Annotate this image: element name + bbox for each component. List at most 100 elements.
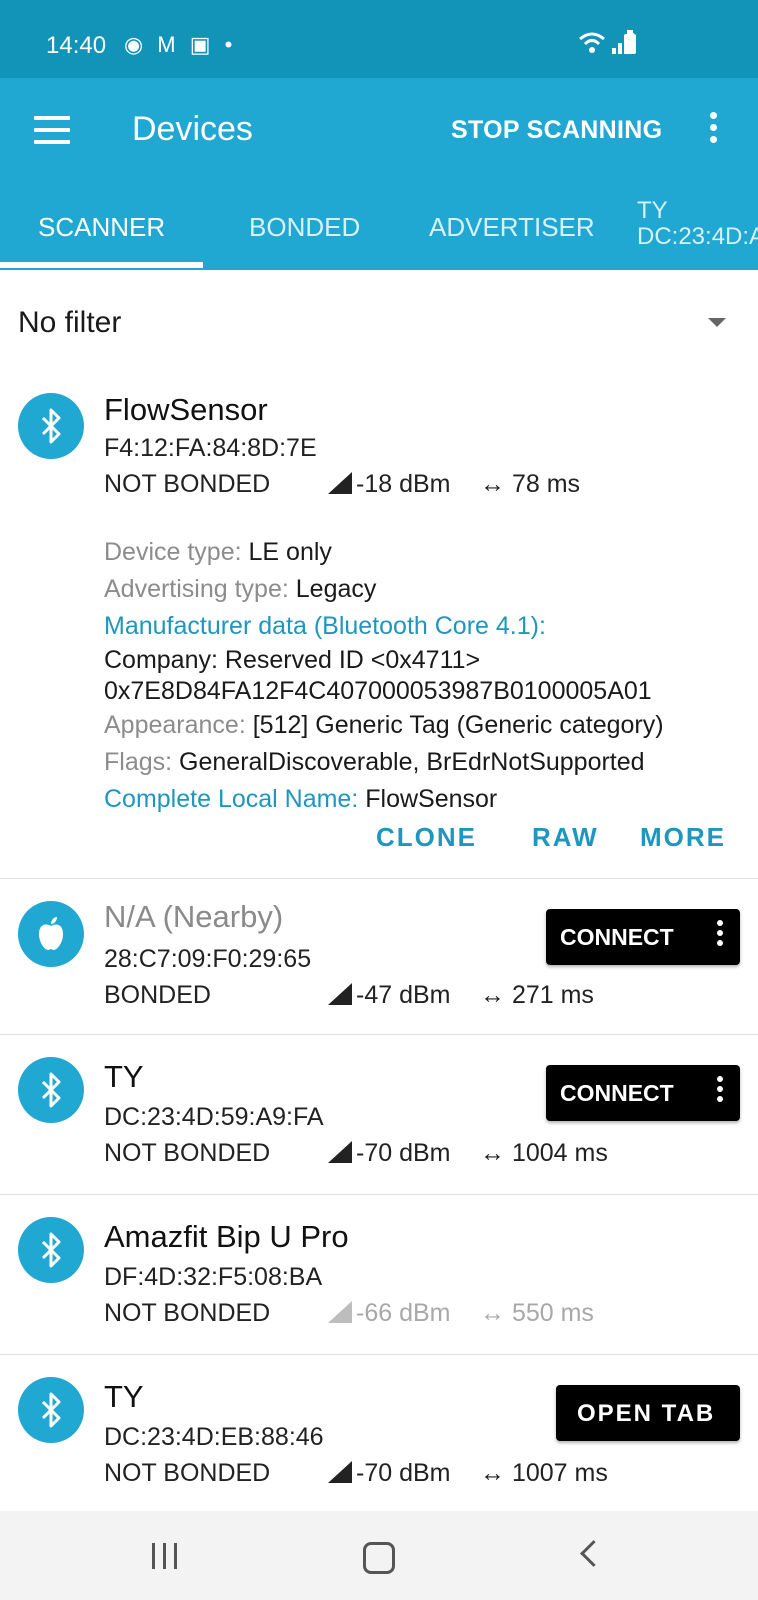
dropdown-arrow-icon — [708, 318, 726, 327]
rssi-text: -18 dBm — [356, 470, 451, 498]
adv-interval: ↔ 1007 ms — [480, 1459, 608, 1488]
device-type-value: LE only — [248, 538, 332, 566]
connect-options-icon[interactable] — [716, 920, 724, 950]
back-icon[interactable] — [580, 1540, 607, 1567]
status-time: 14:40 — [46, 32, 107, 59]
rssi-text: -66 dBm — [356, 1299, 451, 1327]
overflow-menu-icon[interactable] — [708, 112, 718, 152]
rssi-value: -18 dBm — [328, 470, 450, 499]
bluetooth-icon — [41, 1392, 61, 1428]
device-name: FlowSensor — [104, 392, 268, 427]
connect-button[interactable]: CONNECT — [546, 909, 740, 965]
rssi-text: -47 dBm — [356, 981, 451, 1009]
signal-strength-icon — [328, 1141, 352, 1163]
device-item-ty-2[interactable]: TY DC:23:4D:EB:88:46 NOT BONDED -70 dBm … — [0, 1355, 758, 1511]
filter-dropdown[interactable]: No filter — [0, 270, 758, 375]
bluetooth-icon — [41, 1072, 61, 1108]
adv-interval: ↔ 1004 ms — [480, 1139, 608, 1168]
tab-scanner[interactable]: SCANNER — [38, 212, 165, 243]
device-name: TY — [104, 1379, 144, 1414]
interval-arrows-icon: ↔ — [480, 981, 505, 1009]
notification-icons: ◉ M ▣ • — [124, 32, 237, 57]
device-item-ty[interactable]: TY DC:23:4D:59:A9:FA NOT BONDED -70 dBm … — [0, 1035, 758, 1195]
tab-device-ty[interactable]: TY DC:23:4D:A — [637, 198, 758, 250]
tab-bar: SCANNER BONDED ADVERTISER TY DC:23:4D:A — [0, 184, 758, 270]
connect-options-icon[interactable] — [716, 1076, 724, 1106]
tab-device-name: TY — [637, 197, 668, 224]
adv-type-value: Legacy — [295, 575, 377, 603]
local-name-label: Complete Local Name: — [104, 785, 359, 813]
device-mac: DF:4D:32:F5:08:BA — [104, 1263, 323, 1291]
appearance-label: Appearance: — [104, 711, 246, 739]
more-button[interactable]: MORE — [640, 822, 726, 853]
system-nav-bar — [0, 1511, 758, 1600]
bond-state: NOT BONDED — [104, 1299, 271, 1327]
signal-strength-icon — [328, 983, 352, 1005]
interval-text: 1004 ms — [511, 1139, 608, 1167]
device-mac: 28:C7:09:F0:29:65 — [104, 945, 312, 973]
device-avatar — [18, 901, 84, 967]
signal-strength-icon — [328, 472, 352, 494]
device-name: TY — [104, 1059, 144, 1094]
bond-state: BONDED — [104, 981, 211, 1009]
interval-arrows-icon: ↔ — [480, 1299, 505, 1327]
device-type-label: Device type: — [104, 538, 242, 566]
bond-state: NOT BONDED — [104, 470, 271, 498]
connect-button[interactable]: CONNECT — [546, 1065, 740, 1121]
interval-text: 550 ms — [511, 1299, 594, 1327]
device-name: Amazfit Bip U Pro — [104, 1219, 349, 1254]
status-bar: 14:40 ◉ M ▣ • — [0, 0, 758, 78]
recent-apps-icon[interactable] — [152, 1543, 180, 1569]
flags-value: GeneralDiscoverable, BrEdrNotSupported — [179, 748, 645, 776]
interval-arrows-icon: ↔ — [480, 470, 505, 498]
manufacturer-company: Company: Reserved ID <0x4711> — [104, 646, 481, 674]
adv-type-label: Advertising type: — [104, 575, 289, 603]
signal-strength-icon — [328, 1301, 352, 1323]
rssi-value: -70 dBm — [328, 1139, 450, 1168]
device-list: FlowSensor F4:12:FA:84:8D:7E NOT BONDED … — [0, 374, 758, 1511]
device-mac: DC:23:4D:59:A9:FA — [104, 1103, 324, 1131]
bluetooth-icon — [41, 408, 61, 444]
page-title: Devices — [132, 110, 253, 148]
device-avatar — [18, 1057, 84, 1123]
bluetooth-icon — [41, 1232, 61, 1268]
advertisement-details: Device type: LE only Advertising type: L… — [104, 534, 744, 818]
hamburger-menu-icon[interactable] — [34, 116, 70, 144]
manufacturer-hex: 0x7E8D84FA12F4C407000053987B0100005A01 — [104, 677, 652, 705]
interval-text: 1007 ms — [511, 1459, 608, 1487]
home-icon[interactable] — [363, 1542, 395, 1574]
connect-label: CONNECT — [560, 924, 674, 950]
local-name-value: FlowSensor — [365, 785, 498, 813]
connect-label: CONNECT — [560, 1080, 674, 1106]
flags-label: Flags: — [104, 748, 173, 776]
app-toolbar: Devices STOP SCANNING — [0, 78, 758, 184]
rssi-text: -70 dBm — [356, 1139, 451, 1167]
open-tab-button[interactable]: OPEN TAB — [556, 1385, 740, 1441]
stop-scanning-button[interactable]: STOP SCANNING — [451, 116, 662, 145]
interval-text: 271 ms — [511, 981, 594, 1009]
adv-interval: ↔ 550 ms — [480, 1299, 594, 1328]
interval-text: 78 ms — [511, 470, 581, 498]
rssi-value: -47 dBm — [328, 981, 450, 1010]
device-avatar — [18, 1217, 84, 1283]
battery-icon — [624, 30, 636, 54]
apple-icon — [39, 917, 63, 950]
device-item-amazfit[interactable]: Amazfit Bip U Pro DF:4D:32:F5:08:BA NOT … — [0, 1195, 758, 1355]
tab-advertiser[interactable]: ADVERTISER — [429, 212, 595, 243]
interval-arrows-icon: ↔ — [480, 1459, 505, 1487]
appearance-value: [512] Generic Tag (Generic category) — [252, 711, 664, 739]
adv-interval: ↔ 78 ms — [480, 470, 580, 499]
device-item-flowsensor[interactable]: FlowSensor F4:12:FA:84:8D:7E NOT BONDED … — [0, 374, 758, 879]
bond-state: NOT BONDED — [104, 1139, 271, 1167]
clone-button[interactable]: CLONE — [376, 822, 477, 853]
device-mac: F4:12:FA:84:8D:7E — [104, 434, 317, 462]
device-item-nearby[interactable]: N/A (Nearby) 28:C7:09:F0:29:65 BONDED -4… — [0, 879, 758, 1035]
device-mac: DC:23:4D:EB:88:46 — [104, 1423, 324, 1451]
device-avatar — [18, 393, 84, 459]
open-tab-label: OPEN TAB — [577, 1400, 716, 1427]
tab-device-address: DC:23:4D:A — [637, 223, 758, 250]
raw-button[interactable]: RAW — [532, 822, 599, 853]
bond-state: NOT BONDED — [104, 1459, 271, 1487]
rssi-text: -70 dBm — [356, 1459, 451, 1487]
tab-bonded[interactable]: BONDED — [249, 212, 360, 243]
